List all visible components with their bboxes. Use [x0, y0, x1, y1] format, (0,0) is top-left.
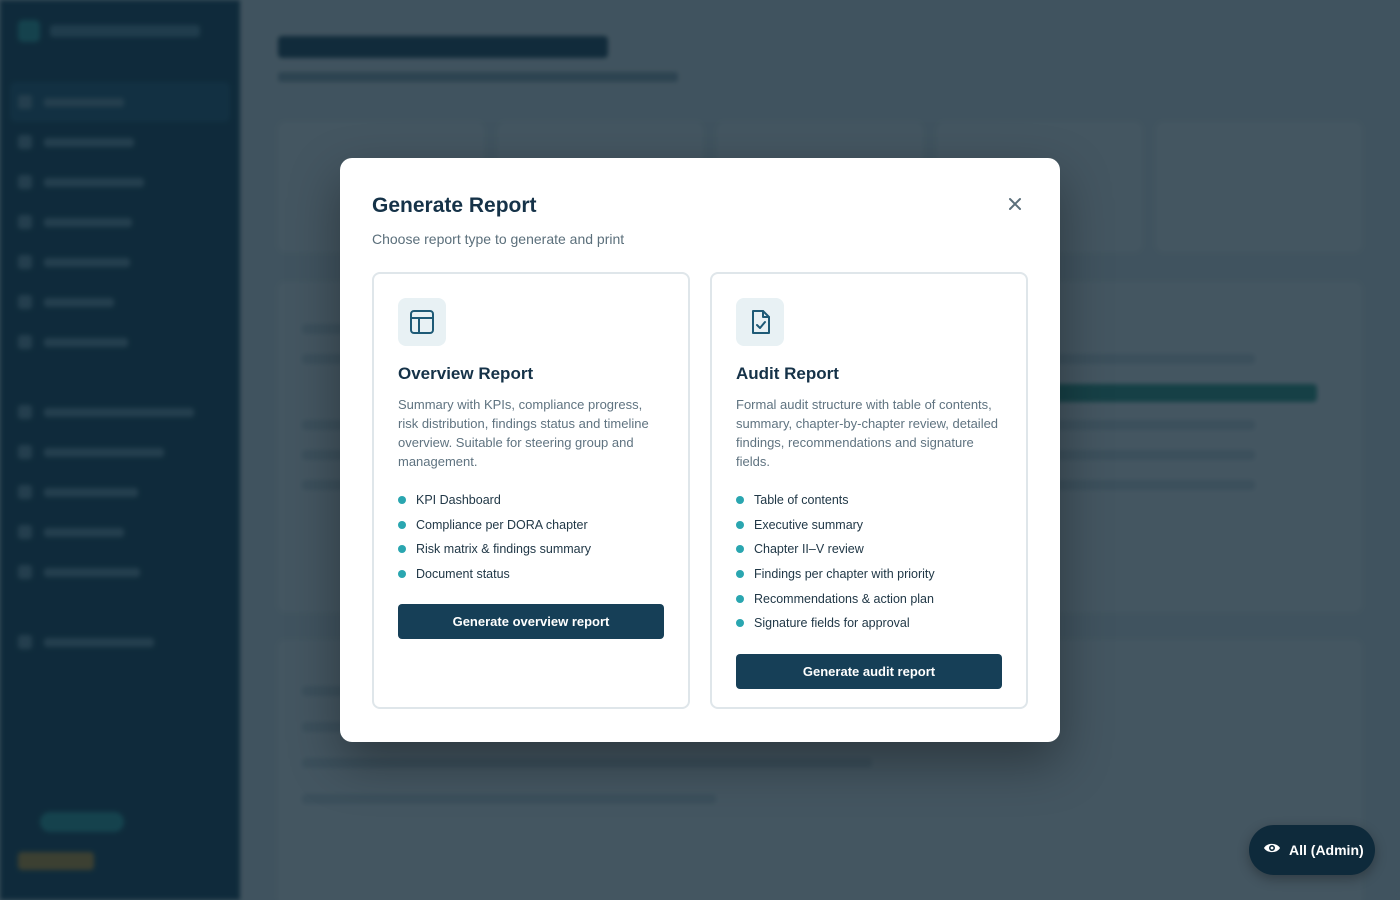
bullet-icon [736, 496, 744, 505]
list-item: Document status [398, 562, 664, 587]
generate-overview-button[interactable]: Generate overview report [398, 604, 664, 640]
feature-list: KPI Dashboard Compliance per DORA chapte… [398, 488, 664, 586]
card-title: Overview Report [398, 364, 534, 383]
list-item: KPI Dashboard [398, 488, 664, 513]
bullet-icon [736, 545, 744, 554]
list-item: Executive summary [736, 513, 1002, 538]
bullet-icon [398, 496, 406, 505]
bullet-icon [398, 520, 406, 529]
bullet-icon [398, 570, 406, 579]
list-item: Chapter II–V review [736, 537, 1002, 562]
bullet-icon [736, 520, 744, 529]
eye-icon [1263, 841, 1281, 860]
audit-report-card[interactable]: Audit Report Formal audit structure with… [710, 272, 1028, 709]
list-item: Findings per chapter with priority [736, 562, 1002, 587]
list-item: Compliance per DORA chapter [398, 513, 664, 538]
list-item: Signature fields for approval [736, 611, 1002, 636]
list-item: Risk matrix & findings summary [398, 537, 664, 562]
list-item: Recommendations & action plan [736, 586, 1002, 611]
generate-report-dialog: Generate Report Choose report type to ge… [340, 158, 1060, 742]
report-options: Overview Report Summary with KPIs, compl… [372, 272, 1028, 709]
bullet-icon [736, 594, 744, 603]
feature-list: Table of contents Executive summary Chap… [736, 488, 1002, 636]
bullet-icon [736, 619, 744, 628]
overview-report-card[interactable]: Overview Report Summary with KPIs, compl… [372, 272, 690, 709]
generate-audit-button[interactable]: Generate audit report [736, 653, 1002, 689]
role-switcher-button[interactable]: All (Admin) [1249, 825, 1375, 875]
card-description: Formal audit structure with table of con… [736, 397, 999, 469]
list-item: Table of contents [736, 488, 1002, 513]
dialog-subtitle: Choose report type to generate and print [372, 231, 625, 247]
table-icon [398, 298, 446, 346]
bullet-icon [398, 545, 406, 554]
dialog-title: Generate Report [372, 194, 537, 217]
close-icon[interactable] [1006, 195, 1024, 213]
role-label: All (Admin) [1289, 842, 1364, 858]
bullet-icon [736, 570, 744, 579]
card-description: Summary with KPIs, compliance progress, … [398, 397, 649, 469]
file-check-icon [736, 298, 784, 346]
card-title: Audit Report [736, 364, 839, 383]
